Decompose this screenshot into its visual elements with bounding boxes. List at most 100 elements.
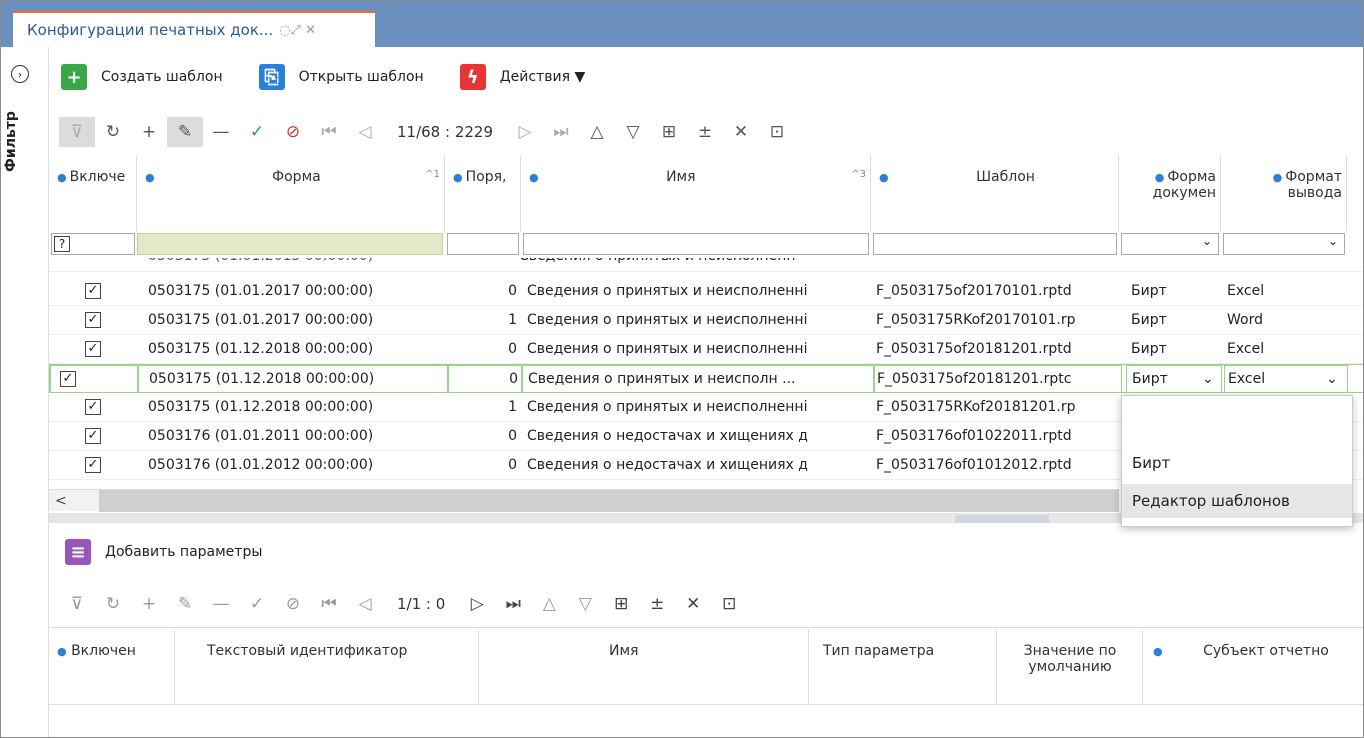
cell-template[interactable]: F_0503175RKof20181201.rp (876, 393, 1126, 422)
row-enabled-checkbox[interactable]: ✓ (85, 428, 101, 444)
table-row[interactable]: ✓ 0503175 (01.01.2017 00:00:00) 1 Сведения … (49, 306, 1363, 335)
table-row-partial[interactable]: 0503175 (01.01.2015 00:00:00) Сведения о… (49, 258, 1363, 272)
filter-enabled[interactable]: ? (51, 233, 135, 255)
col-header-doc-format[interactable]: ● Форма докумен (1119, 155, 1221, 231)
cancel-icon[interactable]: ⊘ (275, 117, 311, 147)
cell-template[interactable]: F_0503176of01012012.rptd (876, 451, 1126, 480)
cell-order[interactable]: 1 (447, 393, 517, 422)
row-enabled-checkbox[interactable]: ✓ (85, 312, 101, 328)
cell-template[interactable]: F_0503176of01022011.rptd (876, 422, 1126, 451)
col-header-subject[interactable]: ● Субъект отчетно (1143, 629, 1363, 705)
add-row-icon[interactable]: + (131, 589, 167, 619)
filter-name[interactable] (523, 233, 869, 255)
col-header-param-type[interactable]: Тип параметра (809, 629, 997, 705)
actions-menu-button[interactable]: ϟ Действия ▼ (459, 64, 585, 90)
cell-name[interactable]: Сведения о недостачах и хищениях д (527, 422, 877, 451)
last-page-icon[interactable]: ⏭ (543, 117, 579, 147)
row-enabled-checkbox[interactable]: ✓ (85, 399, 101, 415)
cell-form[interactable]: 0503175 (01.01.2017 00:00:00) (148, 277, 448, 306)
col-header-template[interactable]: ● Шаблон (871, 155, 1119, 231)
sort-asc-icon[interactable]: △ (579, 117, 615, 147)
filter-icon[interactable]: ⊽ (59, 589, 95, 619)
cell-form[interactable]: 0503175 (01.01.2017 00:00:00) (148, 306, 448, 335)
cell-template[interactable]: F_0503175of20181201.rptd (876, 335, 1126, 364)
sort-asc-icon[interactable]: △ (531, 589, 567, 619)
filter-output-format[interactable]: ⌄ (1223, 233, 1345, 255)
cell-form[interactable]: 0503175 (01.12.2018 00:00:00) (148, 335, 448, 364)
grid-view-icon[interactable]: ⊞ (651, 117, 687, 147)
cell-output-format[interactable]: Excel (1227, 335, 1347, 364)
prev-page-icon[interactable]: ◁ (347, 589, 383, 619)
cell-output-format[interactable]: Excel (1227, 277, 1347, 306)
cell-output-format[interactable]: Word (1227, 306, 1347, 335)
add-column-icon[interactable]: ± (687, 117, 723, 147)
refresh-icon[interactable]: ↻ (95, 117, 131, 147)
splitter-grip[interactable] (955, 515, 1049, 523)
cell-order[interactable]: 1 (447, 306, 517, 335)
cell-order[interactable]: 0 (447, 422, 517, 451)
dropdown-option-empty[interactable] (1122, 400, 1352, 434)
cell-name[interactable]: Сведения о принятых и неисполненні (527, 393, 877, 422)
delete-row-icon[interactable]: — (203, 117, 239, 147)
next-page-icon[interactable]: ▷ (507, 117, 543, 147)
sort-desc-icon[interactable]: ▽ (615, 117, 651, 147)
col-header-form[interactable]: ● Форма ^1 (137, 155, 445, 231)
last-page-icon[interactable]: ⏭ (495, 589, 531, 619)
cell-doc-format[interactable]: Бирт (1131, 306, 1221, 335)
cell-order[interactable]: 0 (447, 451, 517, 480)
table-row[interactable]: ✓ 0503175 (01.12.2018 00:00:00) 0 Сведения … (49, 335, 1363, 364)
col-header-param-name[interactable]: Имя (479, 629, 809, 705)
cell-name[interactable]: Сведения о принятых и неисполненні (527, 335, 877, 364)
add-params-button[interactable]: ≡ Добавить параметры (65, 539, 262, 565)
collapse-icon[interactable]: ⊡ (759, 117, 795, 147)
col-header-param-enabled[interactable]: ● Включен (49, 629, 175, 705)
edit-row-icon[interactable]: ✎ (167, 117, 203, 147)
tab-config-print-docs[interactable]: Конфигурации печатных док... ◌⤢ ✕ (13, 11, 375, 47)
cell-doc-format[interactable]: Бирт (1131, 335, 1221, 364)
col-header-text-id[interactable]: Текстовый идентификатор (175, 629, 479, 705)
save-check-icon[interactable]: ✓ (239, 589, 275, 619)
cell-template[interactable]: F_0503175RKof20170101.rp (876, 306, 1126, 335)
col-header-enabled[interactable]: ● Включе (49, 155, 137, 231)
prev-page-icon[interactable]: ◁ (347, 117, 383, 147)
col-header-order[interactable]: ● Поря, (445, 155, 521, 231)
table-row[interactable]: ✓ 0503175 (01.12.2018 00:00:00) 0 Сведения … (49, 364, 1363, 394)
row-enabled-checkbox[interactable]: ✓ (85, 283, 101, 299)
table-row[interactable]: ✓ 0503175 (01.01.2017 00:00:00) 0 Сведения … (49, 277, 1363, 306)
row-enabled-checkbox[interactable]: ✓ (85, 341, 101, 357)
grid-view-icon[interactable]: ⊞ (603, 589, 639, 619)
filter-form[interactable] (137, 233, 443, 255)
add-column-icon[interactable]: ± (639, 589, 675, 619)
cell-template[interactable]: F_0503175of20170101.rptd (876, 277, 1126, 306)
next-page-icon[interactable]: ▷ (459, 589, 495, 619)
cell-form[interactable]: 0503176 (01.01.2012 00:00:00) (148, 451, 448, 480)
scroll-left-icon[interactable]: < (55, 490, 67, 512)
cell-name[interactable]: Сведения о принятых и неисполненні (527, 277, 877, 306)
clear-icon[interactable]: ✕ (723, 117, 759, 147)
dropdown-option-template-editor[interactable]: Редактор шаблонов (1122, 484, 1352, 518)
col-header-output-format[interactable]: ● Формат вывода (1221, 155, 1347, 231)
sort-desc-icon[interactable]: ▽ (567, 589, 603, 619)
dropdown-option-birt[interactable]: Бирт (1122, 446, 1352, 480)
cancel-icon[interactable]: ⊘ (275, 589, 311, 619)
cell-name[interactable]: Сведения о недостачах и хищениях д (527, 451, 877, 480)
collapse-icon[interactable]: ⊡ (711, 589, 747, 619)
clear-icon[interactable]: ✕ (675, 589, 711, 619)
create-template-button[interactable]: + Создать шаблон (61, 64, 223, 90)
delete-row-icon[interactable]: — (203, 589, 239, 619)
filter-doc-format[interactable]: ⌄ (1121, 233, 1219, 255)
save-check-icon[interactable]: ✓ (239, 117, 275, 147)
filter-sidebar-label[interactable]: Фильтр (3, 97, 31, 187)
cell-order[interactable]: 0 (447, 277, 517, 306)
first-page-icon[interactable]: ⏮ (311, 589, 347, 619)
chevron-down-icon[interactable]: ⌄ (1326, 365, 1338, 394)
cell-form[interactable]: 0503175 (01.12.2018 00:00:00) (148, 393, 448, 422)
expand-sidebar-icon[interactable]: › (11, 65, 29, 83)
filter-template[interactable] (873, 233, 1117, 255)
cell-order[interactable]: 0 (447, 335, 517, 364)
col-header-default-value[interactable]: Значение по умолчанию (997, 629, 1143, 705)
col-header-name[interactable]: ● Имя ^3 (521, 155, 871, 231)
filter-icon[interactable]: ⊽ (59, 117, 95, 147)
open-template-button[interactable]: ⎘ Открыть шаблон (258, 64, 424, 90)
add-row-icon[interactable]: + (131, 117, 167, 147)
